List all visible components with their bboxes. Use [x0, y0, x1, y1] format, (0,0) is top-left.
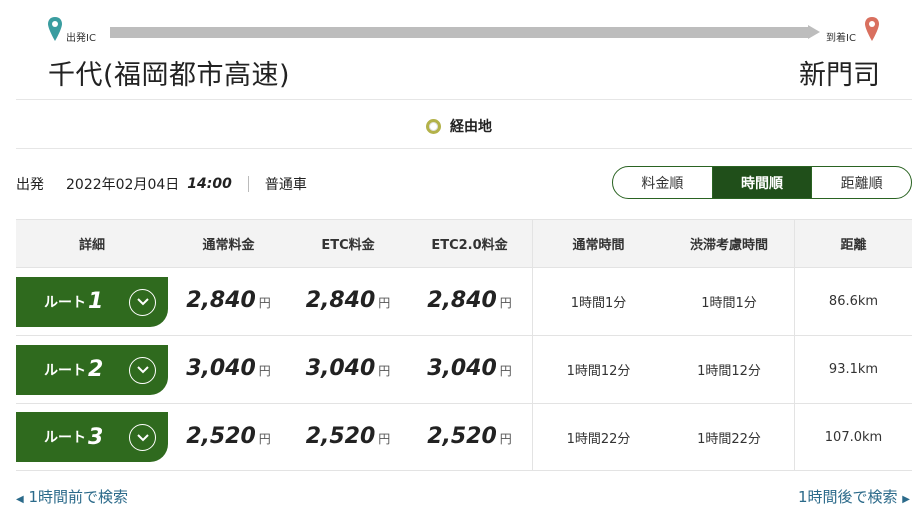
via-point: 経由地 [0, 116, 918, 136]
fare-value: 2,520 [427, 424, 497, 449]
fare-value: 3,040 [305, 356, 376, 381]
fare-value: 2,520 [186, 424, 256, 449]
route-arrow-icon [808, 25, 820, 39]
separator [247, 176, 249, 192]
departure-date: 2022年02月04日 [66, 177, 180, 193]
fare-value: 2,840 [427, 288, 497, 313]
results-table: 詳細 通常料金 ETC料金 ETC2.0料金 通常時間 渋滞考慮時間 距離 ルー… [16, 219, 912, 471]
end-pin-icon [865, 17, 879, 41]
fare-value: 2,840 [186, 288, 256, 313]
yen-unit: 円 [378, 296, 391, 310]
route-number: 2 [88, 357, 104, 382]
fare-value: 3,040 [186, 356, 256, 381]
route-label: ルート [44, 294, 86, 311]
normal-time: 1時間22分 [532, 404, 664, 470]
sort-toggle: 料金順 時間順 距離順 [612, 166, 912, 199]
traffic-time: 1時間1分 [701, 296, 757, 311]
distance: 93.1km [794, 336, 912, 403]
fare-value: 2,520 [305, 424, 376, 449]
etc-fare: 2,520 円 [289, 404, 407, 470]
route-number: 3 [88, 424, 104, 450]
via-point-icon [426, 119, 441, 134]
sort-by-price-button[interactable]: 料金順 [613, 167, 712, 198]
triangle-left-icon: ◀ [16, 494, 24, 505]
fare-value: 3,040 [427, 356, 497, 381]
search-later-label: 1時間後で検索 [797, 488, 898, 506]
chevron-down-icon[interactable] [129, 288, 156, 316]
header-normal-fare: 通常料金 [202, 238, 255, 253]
etc-fare: 2,840 円 [289, 268, 407, 335]
yen-unit: 円 [499, 364, 512, 378]
departure-time: 14:00 [187, 176, 232, 192]
etc2-fare: 2,520 円 [407, 404, 532, 470]
route-line [110, 27, 810, 38]
route-number: 1 [88, 289, 104, 314]
yen-unit: 円 [258, 432, 271, 446]
table-row: ルート 1 2,840 円 2,840 円 2,840 円 1時間1分 1時間1分 86… [16, 267, 912, 335]
traffic-time: 1時間22分 [697, 431, 761, 447]
route-label: ルート [44, 430, 86, 446]
normal-fare: 3,040 円 [168, 336, 289, 403]
route-cell: ルート 2 [16, 344, 168, 395]
normal-fare: 2,520 円 [168, 404, 289, 470]
vehicle-type: 普通車 [264, 177, 307, 193]
yen-unit: 円 [499, 296, 512, 310]
etc-fare: 3,040 円 [289, 336, 407, 403]
header-distance: 距離 [794, 220, 912, 267]
etc2-fare: 3,040 円 [407, 336, 532, 403]
search-earlier-link[interactable]: ◀ 1時間前で検索 [16, 486, 128, 507]
yen-unit: 円 [258, 296, 271, 310]
triangle-right-icon: ▶ [902, 494, 910, 505]
chevron-down-icon[interactable] [129, 356, 156, 384]
search-earlier-label: 1時間前で検索 [28, 488, 129, 506]
sort-by-time-button[interactable]: 時間順 [711, 167, 812, 198]
search-later-link[interactable]: 1時間後で検索 ▶ [798, 486, 910, 507]
route-label: ルート [44, 362, 86, 379]
route-cell: ルート 1 [16, 276, 168, 327]
route-1-button[interactable]: ルート 1 [16, 276, 168, 327]
departure-label: 出発 [16, 177, 44, 193]
start-ic-name: 千代(福岡都市高速) [48, 60, 291, 91]
distance: 86.6km [794, 268, 912, 335]
route-2-button[interactable]: ルート 2 [16, 344, 168, 395]
table-row: ルート 2 3,040 円 3,040 円 3,040 円 1時間12分 1時間12分 … [16, 335, 912, 403]
chevron-down-icon[interactable] [129, 424, 156, 451]
start-ic-label: 出発IC [66, 33, 96, 44]
fare-value: 2,840 [305, 288, 376, 313]
header-etc-fare: ETC料金 [321, 238, 375, 253]
divider [16, 148, 912, 149]
etc2-fare: 2,840 円 [407, 268, 532, 335]
normal-fare: 2,840 円 [168, 268, 289, 335]
yen-unit: 円 [378, 364, 391, 378]
route-cell: ルート 3 [16, 412, 168, 462]
header-traffic-time: 渋滞考慮時間 [689, 238, 768, 253]
table-header: 詳細 通常料金 ETC料金 ETC2.0料金 通常時間 渋滞考慮時間 距離 [16, 219, 912, 267]
end-ic-name: 新門司 [799, 60, 880, 91]
search-conditions: 出発 2022年02月04日 14:00 普通車 [16, 174, 307, 194]
normal-time: 1時間1分 [532, 268, 664, 335]
route-3-button[interactable]: ルート 3 [16, 412, 168, 462]
distance: 107.0km [794, 404, 912, 470]
header-detail: 詳細 [78, 238, 105, 253]
end-ic-label: 到着IC [826, 33, 856, 44]
via-label: 経由地 [450, 119, 492, 135]
normal-time: 1時間12分 [532, 336, 664, 403]
yen-unit: 円 [258, 364, 271, 378]
header-etc2-fare: ETC2.0料金 [431, 238, 508, 253]
sort-by-distance-button[interactable]: 距離順 [811, 167, 911, 198]
yen-unit: 円 [378, 432, 391, 446]
divider [16, 99, 912, 100]
yen-unit: 円 [499, 432, 512, 446]
header-normal-time: 通常時間 [532, 220, 664, 267]
traffic-time: 1時間12分 [697, 364, 761, 379]
table-row: ルート 3 2,520 円 2,520 円 2,520 円 1時間22分 1時間22分 … [16, 403, 912, 471]
start-pin-icon [48, 17, 62, 41]
